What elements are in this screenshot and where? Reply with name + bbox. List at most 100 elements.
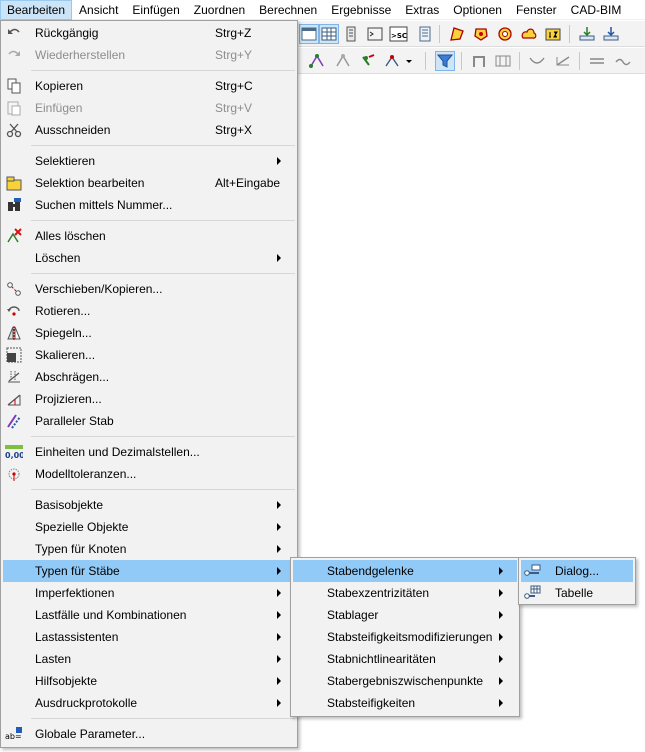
frame-icon[interactable] [469,51,489,71]
menu-optionen[interactable]: Optionen [446,0,509,20]
submenu-item-stabexzentrizitaeten[interactable]: Stabexzentrizitäten [293,582,517,604]
select-number-icon[interactable] [543,24,563,44]
select-cloud-icon[interactable] [519,24,539,44]
list-icon[interactable] [415,24,435,44]
menu-item-verschieben-kopieren[interactable]: Verschieben/Kopieren... [3,278,295,300]
select-lasso-icon[interactable] [471,24,491,44]
submenu-item-stabergebniszwischenpunkte[interactable]: Stabergebniszwischenpunkte [293,670,517,692]
table-view-icon[interactable] [319,24,339,44]
wave-tool-icon[interactable] [613,51,633,71]
menu-zuordnen[interactable]: Zuordnen [187,0,252,20]
menu-item-paralleler-stab[interactable]: Paralleler Stab [3,410,295,432]
panel-icon[interactable] [341,24,361,44]
menu-item-spiegeln[interactable]: Spiegeln... [3,322,295,344]
line-tool-icon[interactable] [587,51,607,71]
select-polygon-icon[interactable] [447,24,467,44]
menu-ansicht[interactable]: Ansicht [72,0,125,20]
script-icon[interactable]: >SC [389,24,409,44]
menu-fenster[interactable]: Fenster [509,0,564,20]
global-parameters-icon: ab= [5,725,23,743]
menu-item-modelltoleranzen[interactable]: Modelltoleranzen... [3,463,295,485]
menu-bearbeiten[interactable]: Bearbeiten [0,0,73,20]
menu-item-basisobjekte[interactable]: Basisobjekte [3,494,295,516]
member-numbering-icon[interactable] [333,51,353,71]
submenu-arrow-icon [277,655,281,663]
select-target-icon[interactable] [495,24,515,44]
menu-item-ausdruckprotokolle[interactable]: Ausdruckprotokolle [3,692,295,714]
menu-item-hilfsobjekte[interactable]: Hilfsobjekte [3,670,295,692]
submenu-item-stabnichtlinearitaeten[interactable]: Stabnichtlinearitäten [293,648,517,670]
mirror-icon [5,324,23,342]
units-icon: 0,00 [5,443,23,461]
menu-berechnen[interactable]: Berechnen [252,0,324,20]
menu-item-alles-loeschen[interactable]: Alles löschen [3,225,295,247]
export-down-icon[interactable] [601,24,621,44]
submenu-arrow-icon [499,677,503,685]
menu-item-wiederherstellen[interactable]: Wiederherstellen Strg+Y [3,44,295,66]
hinge-dialog-icon [523,562,541,580]
menu-bar: Bearbeiten Ansicht Einfügen Zuordnen Ber… [0,0,645,20]
submenu-item-stabendgelenke[interactable]: Stabendgelenke [293,560,517,582]
menu-einfuegen[interactable]: Einfügen [125,0,186,20]
menu-item-kopieren[interactable]: Kopieren Strg+C [3,75,295,97]
menu-item-spezielle-objekte[interactable]: Spezielle Objekte [3,516,295,538]
submenu-arrow-icon [499,655,503,663]
menu-item-skalieren[interactable]: Skalieren... [3,344,295,366]
menu-cad-bim[interactable]: CAD-BIM [564,0,629,20]
menu-item-loeschen[interactable]: Löschen [3,247,295,269]
console-icon[interactable] [365,24,385,44]
submenu-arrow-icon [499,611,503,619]
submenu-item-tabelle[interactable]: Tabelle [521,582,633,604]
menu-item-typen-fuer-knoten[interactable]: Typen für Knoten [3,538,295,560]
deformation-icon[interactable] [527,51,547,71]
toolbar-row-1: >SC [297,21,645,47]
menu-item-globale-parameter[interactable]: ab= Globale Parameter... [3,723,295,745]
bearbeiten-menu: Rückgängig Strg+Z Wiederherstellen Strg+… [0,20,298,748]
menu-item-imperfektionen[interactable]: Imperfektionen [3,582,295,604]
menu-ergebnisse[interactable]: Ergebnisse [324,0,398,20]
menu-item-lasten[interactable]: Lasten [3,648,295,670]
shear-icon [5,368,23,386]
menu-item-abschraegen[interactable]: Abschrägen... [3,366,295,388]
submenu-arrow-icon [277,633,281,641]
menu-item-rueckgaengig[interactable]: Rückgängig Strg+Z [3,22,295,44]
typen-fuer-staebe-submenu: Stabendgelenke Stabexzentrizitäten Stabl… [290,557,520,717]
dropdown-arrow-icon[interactable] [403,51,415,71]
move-copy-icon [5,280,23,298]
menu-item-lastfaelle[interactable]: Lastfälle und Kombinationen [3,604,295,626]
display-options-icon[interactable] [383,51,403,71]
model-check-icon[interactable] [359,51,379,71]
menu-item-ausschneiden[interactable]: Ausschneiden Strg+X [3,119,295,141]
menu-item-typen-fuer-staebe[interactable]: Typen für Stäbe [3,560,295,582]
menu-item-einheiten[interactable]: 0,00 Einheiten und Dezimalstellen... [3,441,295,463]
menu-item-rotieren[interactable]: Rotieren... [3,300,295,322]
import-down-icon[interactable] [577,24,597,44]
menu-item-selektion-bearbeiten[interactable]: Selektion bearbeiten Alt+Eingabe [3,172,295,194]
paste-icon [5,99,23,117]
menu-extras[interactable]: Extras [398,0,446,20]
menu-item-projizieren[interactable]: Projizieren... [3,388,295,410]
window-view-icon[interactable] [299,24,319,44]
menu-item-selektieren[interactable]: Selektieren [3,150,295,172]
menu-item-einfuegen[interactable]: Einfügen Strg+V [3,97,295,119]
submenu-arrow-icon [277,699,281,707]
menu-item-suchen[interactable]: Suchen mittels Nummer... [3,194,295,216]
result-diagram-icon[interactable] [553,51,573,71]
section-icon[interactable] [493,51,513,71]
submenu-item-stablager[interactable]: Stablager [293,604,517,626]
stabendgelenke-submenu: Dialog... Tabelle [518,557,636,605]
submenu-arrow-icon [277,501,281,509]
submenu-item-dialog[interactable]: Dialog... [521,560,633,582]
delete-all-icon [5,227,23,245]
svg-text:0,00: 0,00 [5,451,23,460]
submenu-item-stabsteifigkeitsmodifizierungen[interactable]: Stabsteifigkeitsmodifizierungen [293,626,517,648]
filter-icon[interactable] [435,51,455,71]
cut-icon [5,121,23,139]
node-numbering-icon[interactable] [307,51,327,71]
rotate-icon [5,302,23,320]
submenu-arrow-icon [499,699,503,707]
tolerance-icon [5,465,23,483]
submenu-arrow-icon [277,611,281,619]
menu-item-lastassistenten[interactable]: Lastassistenten [3,626,295,648]
submenu-item-stabsteifigkeiten[interactable]: Stabsteifigkeiten [293,692,517,714]
